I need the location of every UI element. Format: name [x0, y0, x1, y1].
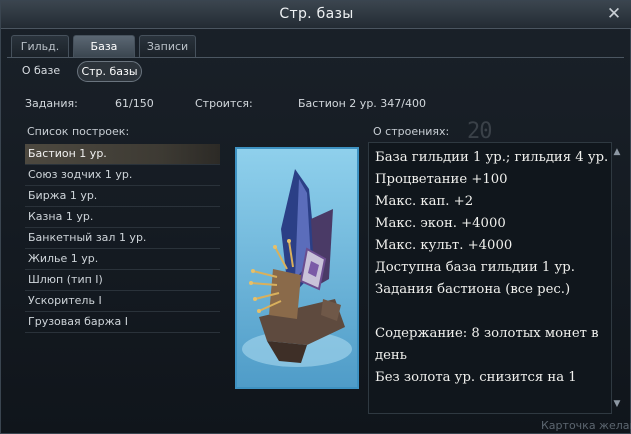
quests-value: 61/150 [115, 97, 154, 110]
list-item[interactable]: Бастион 1 ур. [25, 144, 220, 165]
tab-divider [7, 57, 624, 58]
list-item[interactable]: Жилье 1 ур. [25, 249, 220, 270]
list-item[interactable]: Союз зодчих 1 ур. [25, 165, 220, 186]
building-label: Строится: [195, 97, 253, 110]
about-buildings-label: О строениях: [373, 125, 450, 138]
window-title: Стр. базы [279, 6, 354, 22]
building-info-panel: База гильдии 1 ур.; гильдия 4 ур. Процве… [368, 142, 612, 414]
tab-guild[interactable]: Гильд. [11, 35, 69, 57]
quests-label: Задания: [25, 97, 78, 110]
floating-fortress-illustration [237, 149, 357, 387]
subtab-base-buildings[interactable]: Стр. базы [77, 61, 142, 82]
title-bar[interactable]: Стр. базы ✕ [1, 1, 631, 29]
building-preview-image [235, 147, 359, 389]
info-line: Доступна база гильдии 1 ур. [375, 260, 575, 275]
info-line: Процветание +100 [375, 172, 508, 187]
list-item[interactable]: Шлюп (тип I) [25, 270, 220, 291]
building-value: Бастион 2 ур. 347/400 [298, 97, 426, 110]
list-item[interactable]: Грузовая баржа I [25, 312, 220, 333]
subtab-bar: О базе Стр. базы [1, 61, 631, 83]
list-item[interactable]: Казна 1 ур. [25, 207, 220, 228]
info-line: Макс. культ. +4000 [375, 238, 513, 253]
building-info-text: База гильдии 1 ур.; гильдия 4 ур. Процве… [375, 147, 609, 389]
close-icon[interactable]: ✕ [604, 4, 624, 24]
buildings-list-label: Список построек: [27, 125, 130, 138]
info-line: Макс. кап. +2 [375, 194, 474, 209]
list-item[interactable]: Биржа 1 ур. [25, 186, 220, 207]
list-item[interactable]: Ускоритель I [25, 291, 220, 312]
info-line: Макс. экон. +4000 [375, 216, 506, 231]
info-line: База гильдии 1 ур.; гильдия 4 ур. [375, 150, 609, 165]
info-line: Без золота ур. снизится на 1 [375, 370, 577, 385]
info-line [375, 301, 605, 323]
subtab-about-base[interactable]: О базе [15, 61, 67, 82]
info-line: Задания бастиона (все рес.) [375, 282, 571, 297]
info-line: день [375, 348, 407, 363]
footer-text: Карточка желани [541, 419, 631, 432]
list-item[interactable]: Банкетный зал 1 ур. [25, 228, 220, 249]
background-number: 20 [467, 119, 492, 144]
tab-records[interactable]: Записи [139, 35, 196, 57]
scroll-down-arrow-icon[interactable]: ▼ [611, 398, 623, 410]
info-line: Содержание: 8 золотых монет в [375, 326, 599, 341]
tab-base[interactable]: База [73, 35, 135, 57]
buildings-list: Бастион 1 ур. Союз зодчих 1 ур. Биржа 1 … [25, 144, 220, 333]
scroll-up-arrow-icon[interactable]: ▲ [611, 146, 623, 158]
base-buildings-window: Стр. базы ✕ Гильд. База Записи О базе Ст… [0, 0, 631, 434]
